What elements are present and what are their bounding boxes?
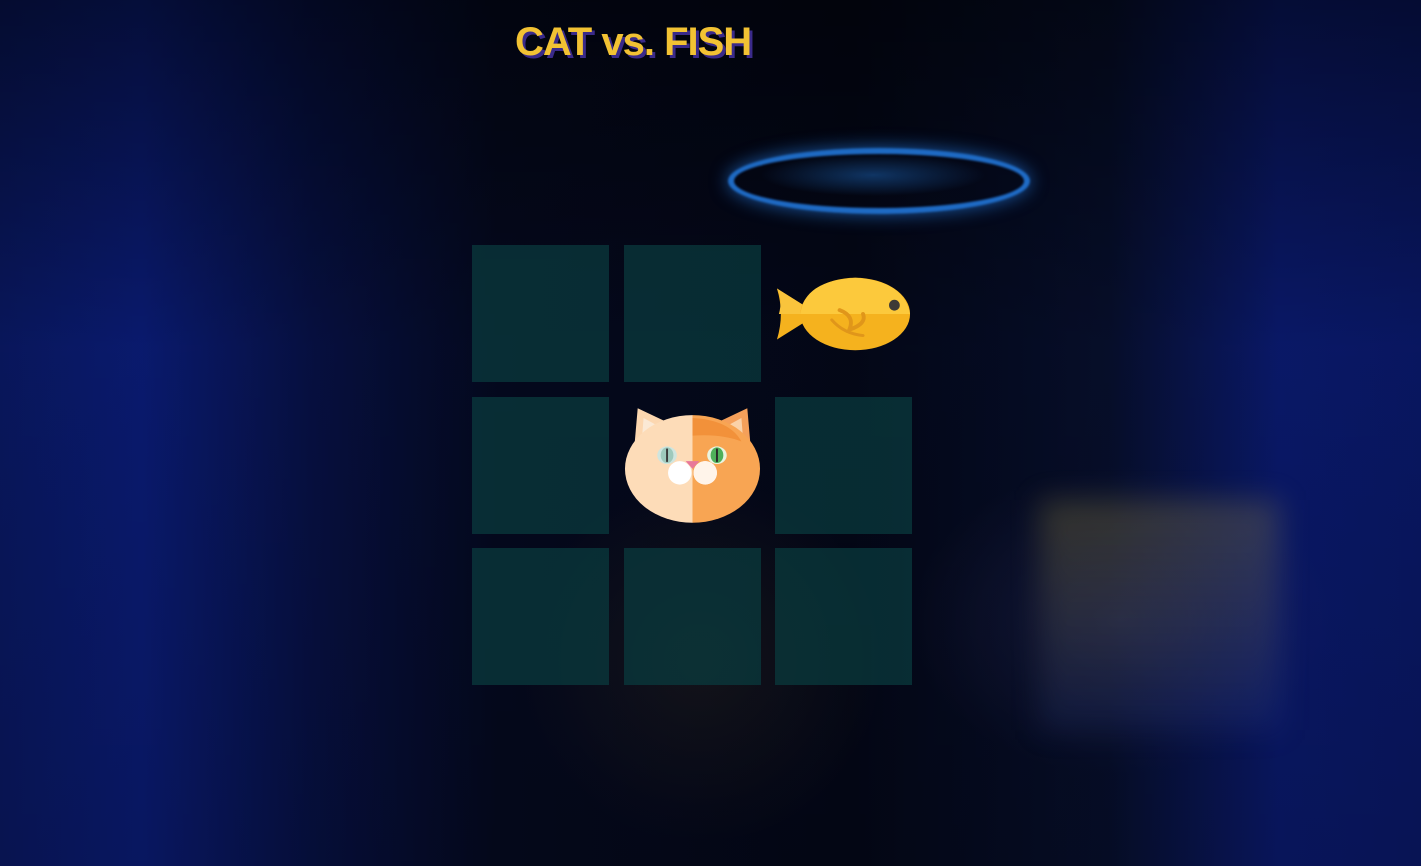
board-cell-r3-c2[interactable] xyxy=(623,548,761,685)
board-cell-r2-c2[interactable] xyxy=(624,397,761,534)
board-cell-r1-c2[interactable] xyxy=(623,245,761,382)
ceiling-light-ring xyxy=(728,148,1030,214)
board-cell-r1-c3[interactable] xyxy=(775,245,912,382)
board-cell-r3-c3[interactable] xyxy=(775,548,912,685)
board-cell-r3-c1[interactable] xyxy=(472,548,609,685)
background-glow xyxy=(1040,500,1280,730)
board-cell-r1-c1[interactable] xyxy=(472,245,609,382)
cat-icon xyxy=(624,397,761,534)
game-title: CAT vs. FISH xyxy=(515,20,752,64)
fish-icon xyxy=(775,245,912,382)
game-board xyxy=(472,245,912,685)
board-cell-r2-c1[interactable] xyxy=(472,396,609,534)
board-cell-r2-c3[interactable] xyxy=(775,396,912,534)
